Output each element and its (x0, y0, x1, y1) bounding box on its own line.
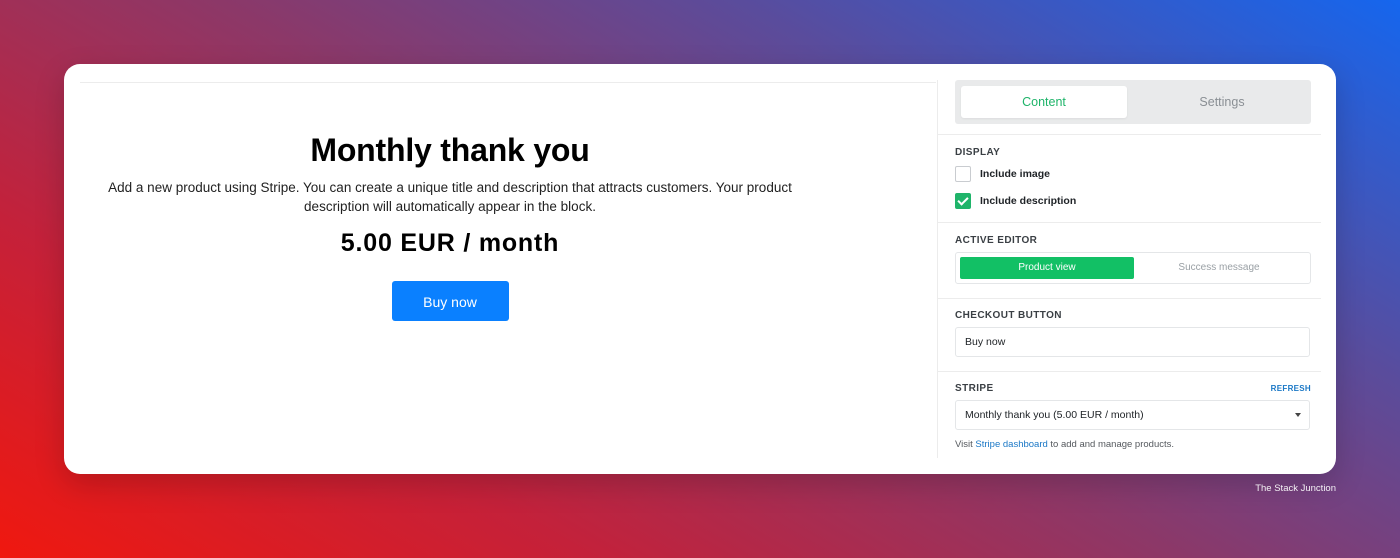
active-editor-section-label: ACTIVE EDITOR (955, 235, 1038, 246)
include-image-checkbox[interactable] (955, 166, 971, 182)
success-message-option[interactable]: Success message (1132, 257, 1306, 279)
tab-content[interactable]: Content (961, 86, 1127, 118)
help-prefix: Visit (955, 439, 973, 450)
divider (938, 134, 1321, 135)
include-image-label[interactable]: Include image (980, 168, 1050, 180)
divider (938, 222, 1321, 223)
product-description: Add a new product using Stripe. You can … (108, 180, 792, 214)
tab-settings[interactable]: Settings (1139, 86, 1305, 118)
sidebar-tabs: Content Settings (955, 80, 1311, 124)
buy-now-button[interactable]: Buy now (391, 281, 509, 321)
stripe-product-select-value: Monthly thank you (5.00 EUR / month) (965, 409, 1144, 421)
include-image-row[interactable]: Include image (955, 166, 1050, 182)
watermark-text: The Stack Junction (1255, 483, 1336, 494)
active-editor-toggle: Product view Success message (955, 252, 1311, 284)
checkout-button-text-input[interactable]: Buy now (955, 327, 1310, 357)
include-description-label[interactable]: Include description (980, 195, 1076, 207)
editor-card: Monthly thank you Add a new product usin… (64, 64, 1336, 474)
stripe-section-label: STRIPE (955, 383, 994, 394)
product-view-option[interactable]: Product view (960, 257, 1134, 279)
stripe-product-select[interactable]: Monthly thank you (5.00 EUR / month) (955, 400, 1310, 430)
help-suffix: to add and manage products. (1050, 439, 1175, 450)
stripe-help-text: Visit Stripe dashboard to add and manage… (955, 439, 1174, 450)
stripe-dashboard-link[interactable]: Stripe dashboard (975, 439, 1047, 450)
product-title: Monthly thank you (310, 132, 590, 168)
checkout-button-section-label: CHECKOUT BUTTON (955, 310, 1062, 321)
settings-sidebar: Content Settings DISPLAY Include image I… (937, 80, 1321, 458)
refresh-link[interactable]: REFRESH (1271, 384, 1311, 393)
caret-down-icon (1295, 413, 1301, 417)
divider (938, 298, 1321, 299)
product-preview: Monthly thank you Add a new product usin… (80, 82, 936, 474)
include-description-row[interactable]: Include description (955, 193, 1076, 209)
display-section-label: DISPLAY (955, 147, 1001, 158)
divider (938, 371, 1321, 372)
preview-content: Monthly thank you Add a new product usin… (80, 133, 820, 321)
include-description-checkbox[interactable] (955, 193, 971, 209)
product-price: 5.00 EUR / month (340, 229, 560, 257)
